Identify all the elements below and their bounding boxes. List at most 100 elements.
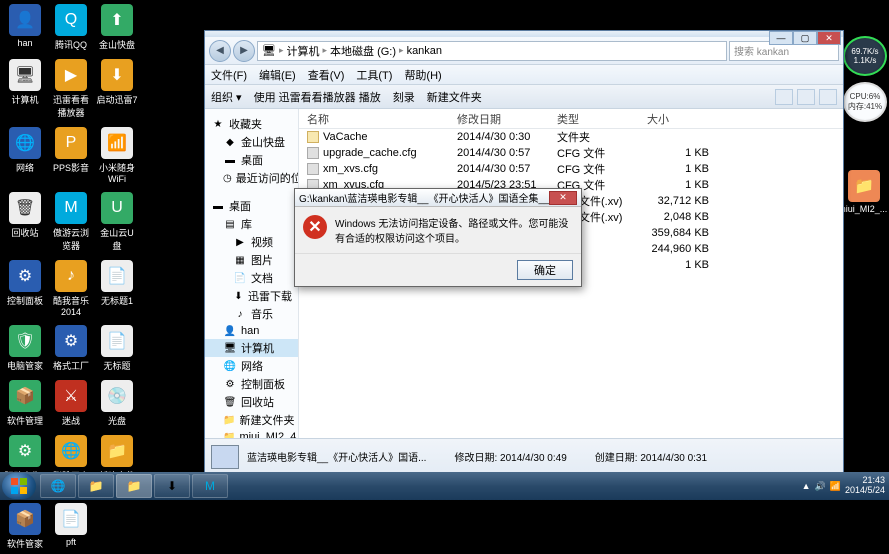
preview-pane-icon[interactable]	[797, 89, 815, 105]
icon-label: 无标题	[103, 359, 130, 372]
sidebar-newfolder[interactable]: 📁新建文件夹	[205, 411, 298, 429]
file-size: 32,712 KB	[647, 195, 717, 207]
start-button[interactable]	[2, 473, 36, 499]
desktop-icon[interactable]: 📄无标题	[96, 325, 138, 372]
taskbar-app-4[interactable]: ⬇	[154, 474, 190, 498]
desktop-icon[interactable]: ⚔迷战	[50, 380, 92, 427]
sidebar-kspan[interactable]: ◆金山快盘	[205, 133, 298, 151]
menu-view[interactable]: 查看(V)	[308, 67, 345, 83]
sidebar-libraries[interactable]: ▤库	[205, 215, 298, 233]
desktop-icon[interactable]: U金山云U盘	[96, 192, 138, 252]
app-icon: ⬇	[101, 59, 133, 91]
dialog-close-button[interactable]: ✕	[549, 191, 577, 205]
desktop-icon[interactable]: Q腾讯QQ	[50, 4, 92, 51]
sidebar-documents[interactable]: 📄文档	[205, 269, 298, 287]
file-size: 359,684 KB	[647, 227, 717, 239]
file-row[interactable]: xm_xvs.cfg2014/4/30 0:57CFG 文件1 KB	[299, 161, 843, 177]
tray-expand-icon[interactable]: ▲	[802, 481, 811, 491]
sidebar-network[interactable]: 🌐网络	[205, 357, 298, 375]
menu-edit[interactable]: 编辑(E)	[259, 67, 296, 83]
crumb-folder[interactable]: kankan	[407, 45, 442, 57]
desktop-icon[interactable]: ♪酷我音乐2014	[50, 260, 92, 317]
forward-button[interactable]: ▶	[233, 40, 255, 62]
sidebar-recent[interactable]: ◷最近访问的位置	[205, 169, 298, 187]
network-widget[interactable]: 69.7K/s 1.1K/s	[843, 36, 887, 76]
burn-button[interactable]: 刻录	[393, 89, 415, 105]
desktop-icon[interactable]: ⬆金山快盘	[96, 4, 138, 51]
desktop-icon[interactable]: 📄pft	[50, 503, 92, 550]
sidebar-han[interactable]: 👤han	[205, 323, 298, 339]
taskbar-app-2[interactable]: 📁	[78, 474, 114, 498]
sidebar-downloads[interactable]: ⬇迅雷下载	[205, 287, 298, 305]
col-type[interactable]: 类型	[557, 111, 647, 127]
close-button[interactable]: ✕	[817, 31, 841, 45]
memory-widget[interactable]: CPU:6% 内存:41%	[843, 82, 887, 122]
back-button[interactable]: ◀	[209, 40, 231, 62]
desktop-icon[interactable]: ⚙格式工厂	[50, 325, 92, 372]
col-size[interactable]: 大小	[647, 111, 717, 127]
desktop-icon[interactable]: ▶迅雷看看播放器	[50, 59, 92, 119]
app-icon: 📦	[9, 503, 41, 535]
file-date: 2014/4/30 0:30	[457, 131, 557, 143]
file-row[interactable]: VaCache2014/4/30 0:30文件夹	[299, 129, 843, 145]
app-icon: U	[101, 192, 133, 224]
col-name[interactable]: 名称	[307, 111, 457, 127]
sidebar-desktop[interactable]: ▬桌面	[205, 151, 298, 169]
taskbar-app-5[interactable]: M	[192, 474, 228, 498]
desktop-icon[interactable]: 📦软件管理	[4, 380, 46, 427]
desktop-icon[interactable]: 🌐网络	[4, 127, 46, 184]
icon-label: 控制面板	[7, 294, 43, 307]
desktop-icon-miui[interactable]: 📁 niui_MI2_...	[843, 170, 885, 214]
crumb-disk[interactable]: 本地磁盘 (G:)	[330, 43, 396, 59]
newfolder-button[interactable]: 新建文件夹	[427, 89, 482, 105]
icon-label: 金山快盘	[99, 38, 135, 51]
minimize-button[interactable]: —	[769, 31, 793, 45]
sidebar-recycle[interactable]: 🗑回收站	[205, 393, 298, 411]
desktop-icon[interactable]: ⚙控制面板	[4, 260, 46, 317]
crumb-computer[interactable]: 计算机	[287, 43, 320, 59]
desktop-icon[interactable]: 🗑回收站	[4, 192, 46, 252]
desktop-icon[interactable]: M傲游云浏览器	[50, 192, 92, 252]
file-row[interactable]: upgrade_cache.cfg2014/4/30 0:57CFG 文件1 K…	[299, 145, 843, 161]
sidebar-miui[interactable]: 📁miui_MI2_4.4.18_b	[205, 429, 298, 438]
ok-button[interactable]: 确定	[517, 260, 573, 280]
desktop-icon[interactable]: 📦软件管家	[4, 503, 46, 550]
play-button[interactable]: 使用 迅雷看看播放器 播放	[254, 89, 381, 105]
app-icon: Q	[55, 4, 87, 36]
tray-icon[interactable]: 📶	[830, 481, 841, 492]
sidebar-pictures[interactable]: ▦图片	[205, 251, 298, 269]
sidebar-favorites[interactable]: ★收藏夹	[205, 115, 298, 133]
desktop-icon[interactable]: 💿光盘	[96, 380, 138, 427]
taskbar-app-1[interactable]: 🌐	[40, 474, 76, 498]
sidebar-desktop2[interactable]: ▬桌面	[205, 197, 298, 215]
sidebar-music[interactable]: ♪音乐	[205, 305, 298, 323]
maximize-button[interactable]: ▢	[793, 31, 817, 45]
desktop-icon[interactable]: 🖥计算机	[4, 59, 46, 119]
taskbar-app-3[interactable]: 📁	[116, 474, 152, 498]
col-date[interactable]: 修改日期	[457, 111, 557, 127]
sidebar-control[interactable]: ⚙控制面板	[205, 375, 298, 393]
view-icon[interactable]	[775, 89, 793, 105]
sidebar-videos[interactable]: ▶视频	[205, 233, 298, 251]
menu-file[interactable]: 文件(F)	[211, 67, 247, 83]
tray-icon[interactable]: 🔊	[815, 481, 826, 492]
icon-label: 回收站	[11, 226, 38, 239]
library-icon: ▤	[223, 217, 237, 231]
desktop-icon[interactable]: 👤han	[4, 4, 46, 51]
desktop-icon[interactable]: 📶小米随身WiFi	[96, 127, 138, 184]
file-size: 2,048 KB	[647, 211, 717, 223]
organize-button[interactable]: 组织 ▾	[211, 89, 242, 105]
help-icon[interactable]	[819, 89, 837, 105]
menu-tools[interactable]: 工具(T)	[356, 67, 392, 83]
menu-help[interactable]: 帮助(H)	[404, 67, 441, 83]
desktop-icon[interactable]: 📄无标题1	[96, 260, 138, 317]
download-icon: ⬇	[233, 289, 244, 303]
clock[interactable]: 21:43 2014/5/24	[845, 476, 885, 496]
desktop-icon[interactable]: 🛡电脑管家	[4, 325, 46, 372]
folder-icon: 📁	[223, 430, 235, 438]
breadcrumb[interactable]: 🖥 ▸ 计算机 ▸ 本地磁盘 (G:) ▸ kankan	[257, 41, 727, 61]
desktop-icon[interactable]: PPPS影音	[50, 127, 92, 184]
app-icon: 📄	[55, 503, 87, 535]
sidebar-computer[interactable]: 🖥计算机	[205, 339, 298, 357]
desktop-icon[interactable]: ⬇启动迅雷7	[96, 59, 138, 119]
